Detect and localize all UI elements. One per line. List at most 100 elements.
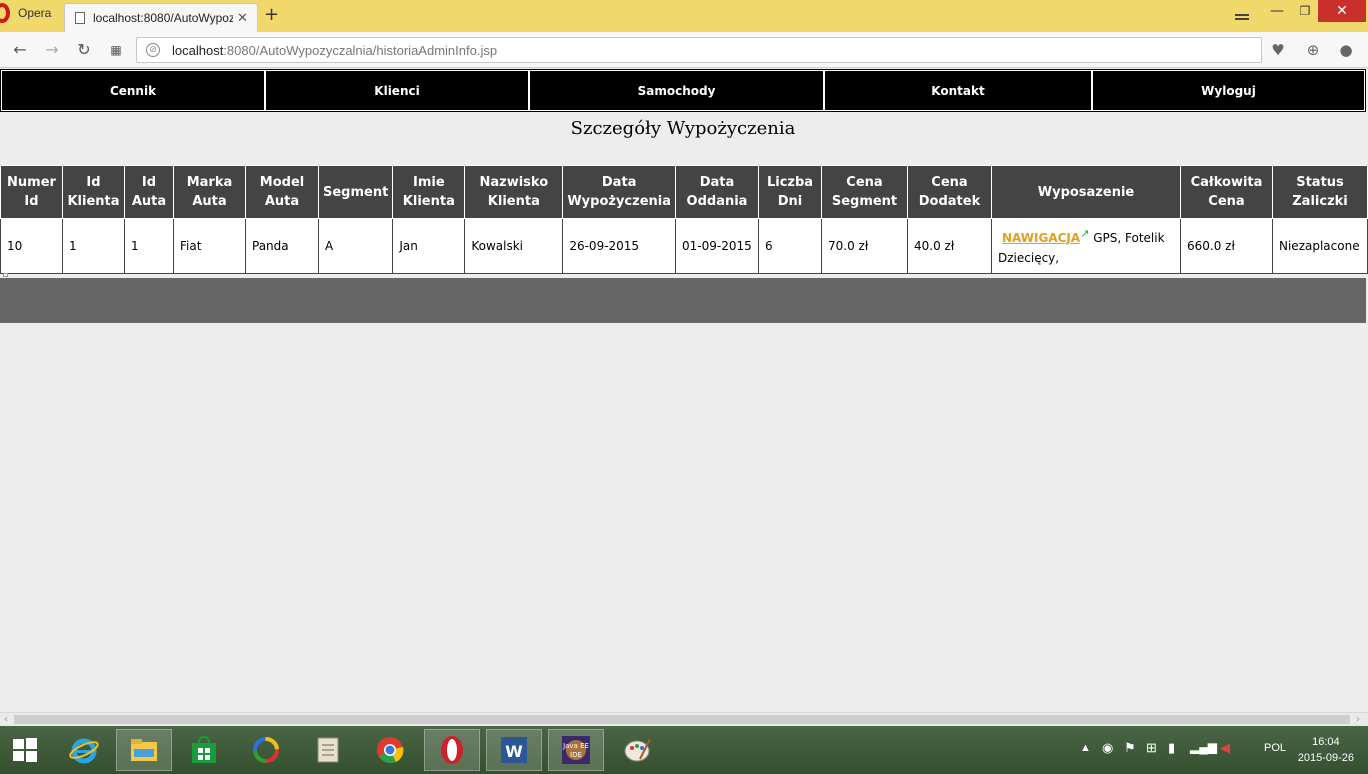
signal-icon[interactable]: ▂▄▆: [1190, 740, 1217, 754]
column-header: Marka Auta: [173, 165, 246, 219]
url-path: :8080/AutoWypozyczalnia/historiaAdminInf…: [223, 42, 498, 58]
nav-item-wyloguj[interactable]: Wyloguj: [1092, 70, 1365, 111]
close-window-button[interactable]: ✕: [1318, 0, 1366, 22]
opera-menu-button[interactable]: Opera: [0, 0, 58, 26]
nav-item-klienci[interactable]: Klienci: [265, 70, 529, 111]
input-language[interactable]: POL: [1264, 742, 1286, 754]
column-header: Cena Segment: [821, 165, 908, 219]
browser-toolbar: ← → ↻ ▦ ⊘ localhost:8080/AutoWypozyczaln…: [0, 32, 1368, 68]
page-footer: [0, 278, 1366, 323]
scroll-right-arrow-icon[interactable]: ›: [1356, 713, 1360, 726]
chrome-icon[interactable]: [362, 729, 418, 771]
cell-status-zaliczki: Niezaplacone: [1272, 218, 1368, 274]
notepad-app-icon[interactable]: [300, 729, 356, 771]
clock[interactable]: 16:04 2015-09-26: [1298, 734, 1354, 766]
word-icon[interactable]: W: [486, 729, 542, 771]
column-header: Status Zaliczki: [1272, 165, 1368, 219]
file-explorer-icon[interactable]: [116, 729, 172, 771]
column-header: Model Auta: [245, 165, 319, 219]
browser-tab[interactable]: localhost:8080/AutoWypoz ✕: [64, 3, 258, 32]
system-tray: ▲ ◉ ⚑ ⊞ ▮ ▂▄▆ ◀ POL 16:04 2015-09-26: [1068, 726, 1368, 774]
cell-nazwisko: Kowalski: [464, 218, 564, 274]
scroll-left-arrow-icon[interactable]: ‹: [4, 713, 8, 726]
cell-liczba-dni: 6: [758, 218, 822, 274]
browser-title-bar: Opera localhost:8080/AutoWypoz ✕ + — ❐ ✕: [0, 0, 1368, 32]
volume-muted-icon[interactable]: ◀: [1220, 740, 1230, 756]
speed-dial-grid-icon[interactable]: ▦: [106, 40, 126, 60]
new-tab-button[interactable]: +: [264, 4, 279, 25]
action-center-flag-icon[interactable]: ⚑: [1124, 740, 1136, 756]
windows-taskbar: W Java EE IDE ▲ ◉ ⚑ ⊞ ▮ ▂▄▆ ◀ POL 16:04 2…: [0, 726, 1368, 774]
opera-taskbar-icon[interactable]: [424, 729, 480, 771]
clock-date: 2015-09-26: [1297, 752, 1354, 764]
footer-marker: [3, 273, 8, 277]
download-icon[interactable]: ⊕: [1303, 40, 1323, 60]
column-header: Wyposazenie: [991, 165, 1181, 219]
tab-close-icon[interactable]: ✕: [237, 11, 248, 26]
site-nav: Cennik Klienci Samochody Kontakt Wyloguj: [0, 69, 1366, 112]
back-arrow-icon[interactable]: ←: [10, 40, 30, 60]
svg-text:W: W: [505, 742, 523, 761]
opera-logo-icon: [0, 3, 10, 23]
column-header: Cena Dodatek: [907, 165, 992, 219]
cell-calkowita-cena: 660.0 zł: [1180, 218, 1273, 274]
site-info-icon[interactable]: ⊘: [146, 43, 160, 57]
store-icon[interactable]: [176, 729, 232, 771]
forward-arrow-icon[interactable]: →: [42, 40, 62, 60]
cell-segment: A: [317, 218, 394, 274]
cell-wyposazenie: NAWIGACJA↗ GPS, Fotelik Dziecięcy,: [991, 218, 1181, 274]
cell-id-klienta: 1: [62, 218, 125, 274]
column-header: Id Auta: [124, 165, 174, 219]
page-icon: [75, 12, 85, 24]
maximize-button[interactable]: ❐: [1292, 0, 1318, 22]
nav-item-cennik[interactable]: Cennik: [1, 70, 265, 111]
color-wheel-app-icon[interactable]: [238, 729, 294, 771]
opera-menu-label: Opera: [18, 6, 52, 20]
rental-details-table: Numer Id Id Klienta Id Auta Marka Auta M…: [0, 165, 1368, 274]
column-header: Imie Klienta: [392, 165, 466, 219]
cell-marka: Fiat: [173, 218, 246, 274]
horizontal-scrollbar[interactable]: ‹ ›: [0, 712, 1368, 726]
cell-numer-id: 10: [0, 218, 63, 274]
table-row: 10 1 1 Fiat Panda A Jan Kowalski 26-09-2…: [0, 218, 1368, 274]
cell-data-wypozyczenia: 26-09-2015: [562, 218, 676, 274]
clock-time: 16:04: [1312, 736, 1340, 748]
minimize-button[interactable]: —: [1264, 0, 1290, 22]
scrollbar-thumb[interactable]: [14, 715, 1350, 724]
nav-item-samochody[interactable]: Samochody: [529, 70, 824, 111]
cell-model: Panda: [245, 218, 319, 274]
column-header: Data Oddania: [675, 165, 759, 219]
cell-data-oddania: 01-09-2015: [675, 218, 759, 274]
column-header: Numer Id: [0, 165, 63, 219]
paint-icon[interactable]: [610, 729, 666, 771]
column-header: Całkowita Cena: [1180, 165, 1273, 219]
address-bar[interactable]: ⊘ localhost:8080/AutoWypozyczalnia/histo…: [136, 37, 1262, 63]
column-header: Data Wypożyczenia: [562, 165, 676, 219]
reload-icon[interactable]: ↻: [74, 40, 94, 60]
column-header: Liczba Dni: [758, 165, 822, 219]
account-icon[interactable]: ●: [1336, 40, 1356, 60]
equipment-link[interactable]: NAWIGACJA: [1002, 231, 1080, 245]
heart-bookmark-icon[interactable]: ♥: [1268, 40, 1288, 60]
internet-explorer-icon[interactable]: [56, 729, 112, 771]
cell-imie: Jan: [392, 218, 466, 274]
network-status-icon[interactable]: ◉: [1102, 740, 1113, 756]
column-header: Nazwisko Klienta: [464, 165, 564, 219]
battery-icon[interactable]: ▮: [1168, 740, 1175, 756]
page-title: Szczegóły Wypożyczenia: [570, 118, 796, 139]
start-windows-icon[interactable]: [0, 729, 50, 771]
java-ee-ide-icon[interactable]: Java EE IDE: [548, 729, 604, 771]
show-hidden-icons-icon[interactable]: ▲: [1080, 742, 1091, 754]
column-header: Segment: [317, 165, 394, 219]
windows-tray-icon[interactable]: ⊞: [1146, 740, 1157, 756]
nav-item-kontakt[interactable]: Kontakt: [824, 70, 1092, 111]
cell-cena-segment: 70.0 zł: [821, 218, 908, 274]
cell-cena-dodatek: 40.0 zł: [907, 218, 992, 274]
cell-id-auta: 1: [124, 218, 174, 274]
svg-text:IDE: IDE: [570, 751, 582, 759]
tab-title: localhost:8080/AutoWypoz: [93, 11, 233, 25]
column-header: Id Klienta: [62, 165, 125, 219]
svg-text:Java EE: Java EE: [562, 742, 589, 750]
table-header-row: Numer Id Id Klienta Id Auta Marka Auta M…: [0, 165, 1368, 219]
tab-menu-icon[interactable]: [1230, 6, 1254, 28]
